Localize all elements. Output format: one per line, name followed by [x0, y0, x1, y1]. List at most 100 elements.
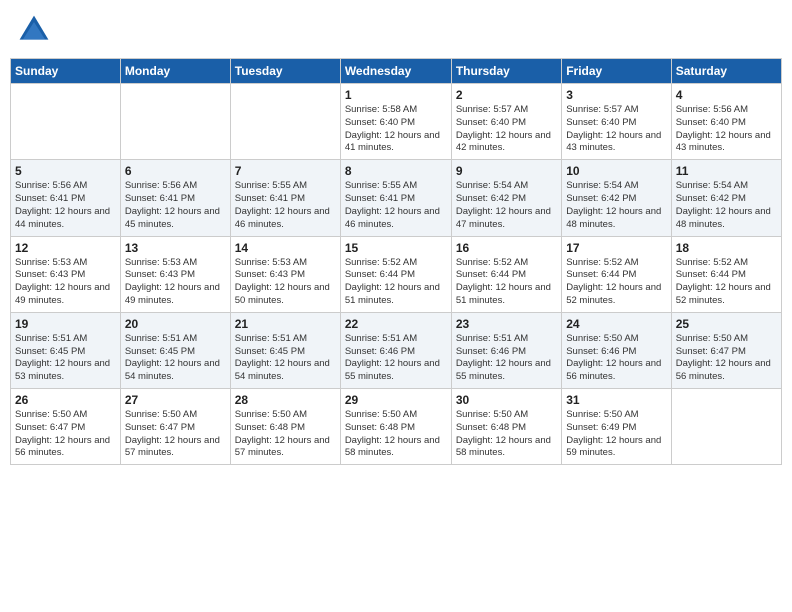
day-number: 15 — [345, 241, 447, 255]
day-info: Sunrise: 5:50 AM Sunset: 6:47 PM Dayligh… — [125, 409, 226, 460]
calendar-week-row: 5 Sunrise: 5:56 AM Sunset: 6:41 PM Daylig… — [11, 160, 782, 236]
day-number: 3 — [566, 88, 666, 102]
day-info: Sunrise: 5:50 AM Sunset: 6:48 PM Dayligh… — [345, 409, 447, 460]
day-number: 19 — [15, 317, 116, 331]
day-info: Sunrise: 5:57 AM Sunset: 6:40 PM Dayligh… — [566, 104, 666, 155]
calendar-cell: 20 Sunrise: 5:51 AM Sunset: 6:45 PM Dayli… — [120, 312, 230, 388]
calendar-cell — [671, 389, 781, 465]
calendar-cell: 4Sunrise: 5:56 AM Sunset: 6:40 PM Daylig… — [671, 84, 781, 160]
day-number: 25 — [676, 317, 777, 331]
day-number: 17 — [566, 241, 666, 255]
weekday-header: Monday — [120, 59, 230, 84]
calendar-cell — [230, 84, 340, 160]
day-number: 28 — [235, 393, 336, 407]
calendar-cell: 2 Sunrise: 5:57 AM Sunset: 6:40 PM Daylig… — [451, 84, 561, 160]
day-info: Sunrise: 5:51 AM Sunset: 6:46 PM Dayligh… — [456, 333, 557, 384]
day-number: 23 — [456, 317, 557, 331]
day-info: Sunrise: 5:52 AM Sunset: 6:44 PM Dayligh… — [456, 257, 557, 308]
day-number: 21 — [235, 317, 336, 331]
calendar-cell: 17 Sunrise: 5:52 AM Sunset: 6:44 PM Dayli… — [562, 236, 671, 312]
day-number: 2 — [456, 88, 557, 102]
day-number: 20 — [125, 317, 226, 331]
calendar-cell — [11, 84, 121, 160]
calendar-cell: 1 Sunrise: 5:58 AM Sunset: 6:40 PM Daylig… — [340, 84, 451, 160]
calendar-cell: 18 Sunrise: 5:52 AM Sunset: 6:44 PM Dayli… — [671, 236, 781, 312]
calendar-cell: 24 Sunrise: 5:50 AM Sunset: 6:46 PM Dayli… — [562, 312, 671, 388]
day-info: Sunrise: 5:53 AM Sunset: 6:43 PM Dayligh… — [15, 257, 116, 308]
weekday-header: Sunday — [11, 59, 121, 84]
day-number: 13 — [125, 241, 226, 255]
calendar-cell: 15 Sunrise: 5:52 AM Sunset: 6:44 PM Dayli… — [340, 236, 451, 312]
calendar-week-row: 12 Sunrise: 5:53 AM Sunset: 6:43 PM Dayli… — [11, 236, 782, 312]
day-number: 8 — [345, 164, 447, 178]
day-number: 7 — [235, 164, 336, 178]
day-info: Sunrise: 5:50 AM Sunset: 6:47 PM Dayligh… — [676, 333, 777, 384]
day-info: Sunrise: 5:53 AM Sunset: 6:43 PM Dayligh… — [125, 257, 226, 308]
calendar-cell: 7 Sunrise: 5:55 AM Sunset: 6:41 PM Daylig… — [230, 160, 340, 236]
day-number: 5 — [15, 164, 116, 178]
calendar-table: SundayMondayTuesdayWednesdayThursdayFrid… — [10, 58, 782, 465]
day-info: Sunrise: 5:50 AM Sunset: 6:48 PM Dayligh… — [456, 409, 557, 460]
weekday-header: Thursday — [451, 59, 561, 84]
day-info: Sunrise: 5:56 AM Sunset: 6:40 PM Dayligh… — [676, 104, 777, 155]
day-info: Sunrise: 5:58 AM Sunset: 6:40 PM Dayligh… — [345, 104, 447, 155]
day-number: 14 — [235, 241, 336, 255]
weekday-header: Friday — [562, 59, 671, 84]
day-number: 1 — [345, 88, 447, 102]
calendar-cell: 28 Sunrise: 5:50 AM Sunset: 6:48 PM Dayli… — [230, 389, 340, 465]
day-number: 16 — [456, 241, 557, 255]
day-info: Sunrise: 5:50 AM Sunset: 6:47 PM Dayligh… — [15, 409, 116, 460]
calendar-cell: 25 Sunrise: 5:50 AM Sunset: 6:47 PM Dayli… — [671, 312, 781, 388]
day-info: Sunrise: 5:50 AM Sunset: 6:46 PM Dayligh… — [566, 333, 666, 384]
day-number: 30 — [456, 393, 557, 407]
day-info: Sunrise: 5:55 AM Sunset: 6:41 PM Dayligh… — [345, 180, 447, 231]
day-number: 12 — [15, 241, 116, 255]
day-info: Sunrise: 5:53 AM Sunset: 6:43 PM Dayligh… — [235, 257, 336, 308]
logo-icon — [18, 14, 50, 46]
calendar-cell: 23 Sunrise: 5:51 AM Sunset: 6:46 PM Dayli… — [451, 312, 561, 388]
day-info: Sunrise: 5:56 AM Sunset: 6:41 PM Dayligh… — [125, 180, 226, 231]
day-info: Sunrise: 5:55 AM Sunset: 6:41 PM Dayligh… — [235, 180, 336, 231]
calendar-cell: 30 Sunrise: 5:50 AM Sunset: 6:48 PM Dayli… — [451, 389, 561, 465]
day-info: Sunrise: 5:51 AM Sunset: 6:45 PM Dayligh… — [235, 333, 336, 384]
day-number: 31 — [566, 393, 666, 407]
calendar-cell: 16 Sunrise: 5:52 AM Sunset: 6:44 PM Dayli… — [451, 236, 561, 312]
calendar-cell: 29 Sunrise: 5:50 AM Sunset: 6:48 PM Dayli… — [340, 389, 451, 465]
calendar-cell: 31 Sunrise: 5:50 AM Sunset: 6:49 PM Dayli… — [562, 389, 671, 465]
calendar-cell: 13 Sunrise: 5:53 AM Sunset: 6:43 PM Dayli… — [120, 236, 230, 312]
calendar-cell — [120, 84, 230, 160]
page-header — [10, 10, 782, 50]
calendar-cell: 12 Sunrise: 5:53 AM Sunset: 6:43 PM Dayli… — [11, 236, 121, 312]
day-info: Sunrise: 5:54 AM Sunset: 6:42 PM Dayligh… — [676, 180, 777, 231]
day-info: Sunrise: 5:51 AM Sunset: 6:45 PM Dayligh… — [125, 333, 226, 384]
day-number: 11 — [676, 164, 777, 178]
day-info: Sunrise: 5:57 AM Sunset: 6:40 PM Dayligh… — [456, 104, 557, 155]
day-info: Sunrise: 5:51 AM Sunset: 6:46 PM Dayligh… — [345, 333, 447, 384]
calendar-cell: 21 Sunrise: 5:51 AM Sunset: 6:45 PM Dayli… — [230, 312, 340, 388]
weekday-header: Tuesday — [230, 59, 340, 84]
day-number: 22 — [345, 317, 447, 331]
day-info: Sunrise: 5:52 AM Sunset: 6:44 PM Dayligh… — [345, 257, 447, 308]
day-info: Sunrise: 5:50 AM Sunset: 6:48 PM Dayligh… — [235, 409, 336, 460]
day-number: 26 — [15, 393, 116, 407]
day-number: 9 — [456, 164, 557, 178]
day-number: 18 — [676, 241, 777, 255]
weekday-header: Saturday — [671, 59, 781, 84]
day-number: 29 — [345, 393, 447, 407]
calendar-header-row: SundayMondayTuesdayWednesdayThursdayFrid… — [11, 59, 782, 84]
calendar-cell: 27Sunrise: 5:50 AM Sunset: 6:47 PM Dayli… — [120, 389, 230, 465]
day-info: Sunrise: 5:54 AM Sunset: 6:42 PM Dayligh… — [456, 180, 557, 231]
calendar-cell: 19 Sunrise: 5:51 AM Sunset: 6:45 PM Dayli… — [11, 312, 121, 388]
day-info: Sunrise: 5:56 AM Sunset: 6:41 PM Dayligh… — [15, 180, 116, 231]
calendar-week-row: 19 Sunrise: 5:51 AM Sunset: 6:45 PM Dayli… — [11, 312, 782, 388]
logo — [18, 14, 54, 46]
calendar-cell: 10Sunrise: 5:54 AM Sunset: 6:42 PM Dayli… — [562, 160, 671, 236]
calendar-cell: 5 Sunrise: 5:56 AM Sunset: 6:41 PM Daylig… — [11, 160, 121, 236]
day-number: 24 — [566, 317, 666, 331]
day-info: Sunrise: 5:52 AM Sunset: 6:44 PM Dayligh… — [676, 257, 777, 308]
day-info: Sunrise: 5:52 AM Sunset: 6:44 PM Dayligh… — [566, 257, 666, 308]
day-info: Sunrise: 5:50 AM Sunset: 6:49 PM Dayligh… — [566, 409, 666, 460]
day-number: 6 — [125, 164, 226, 178]
weekday-header: Wednesday — [340, 59, 451, 84]
day-info: Sunrise: 5:51 AM Sunset: 6:45 PM Dayligh… — [15, 333, 116, 384]
